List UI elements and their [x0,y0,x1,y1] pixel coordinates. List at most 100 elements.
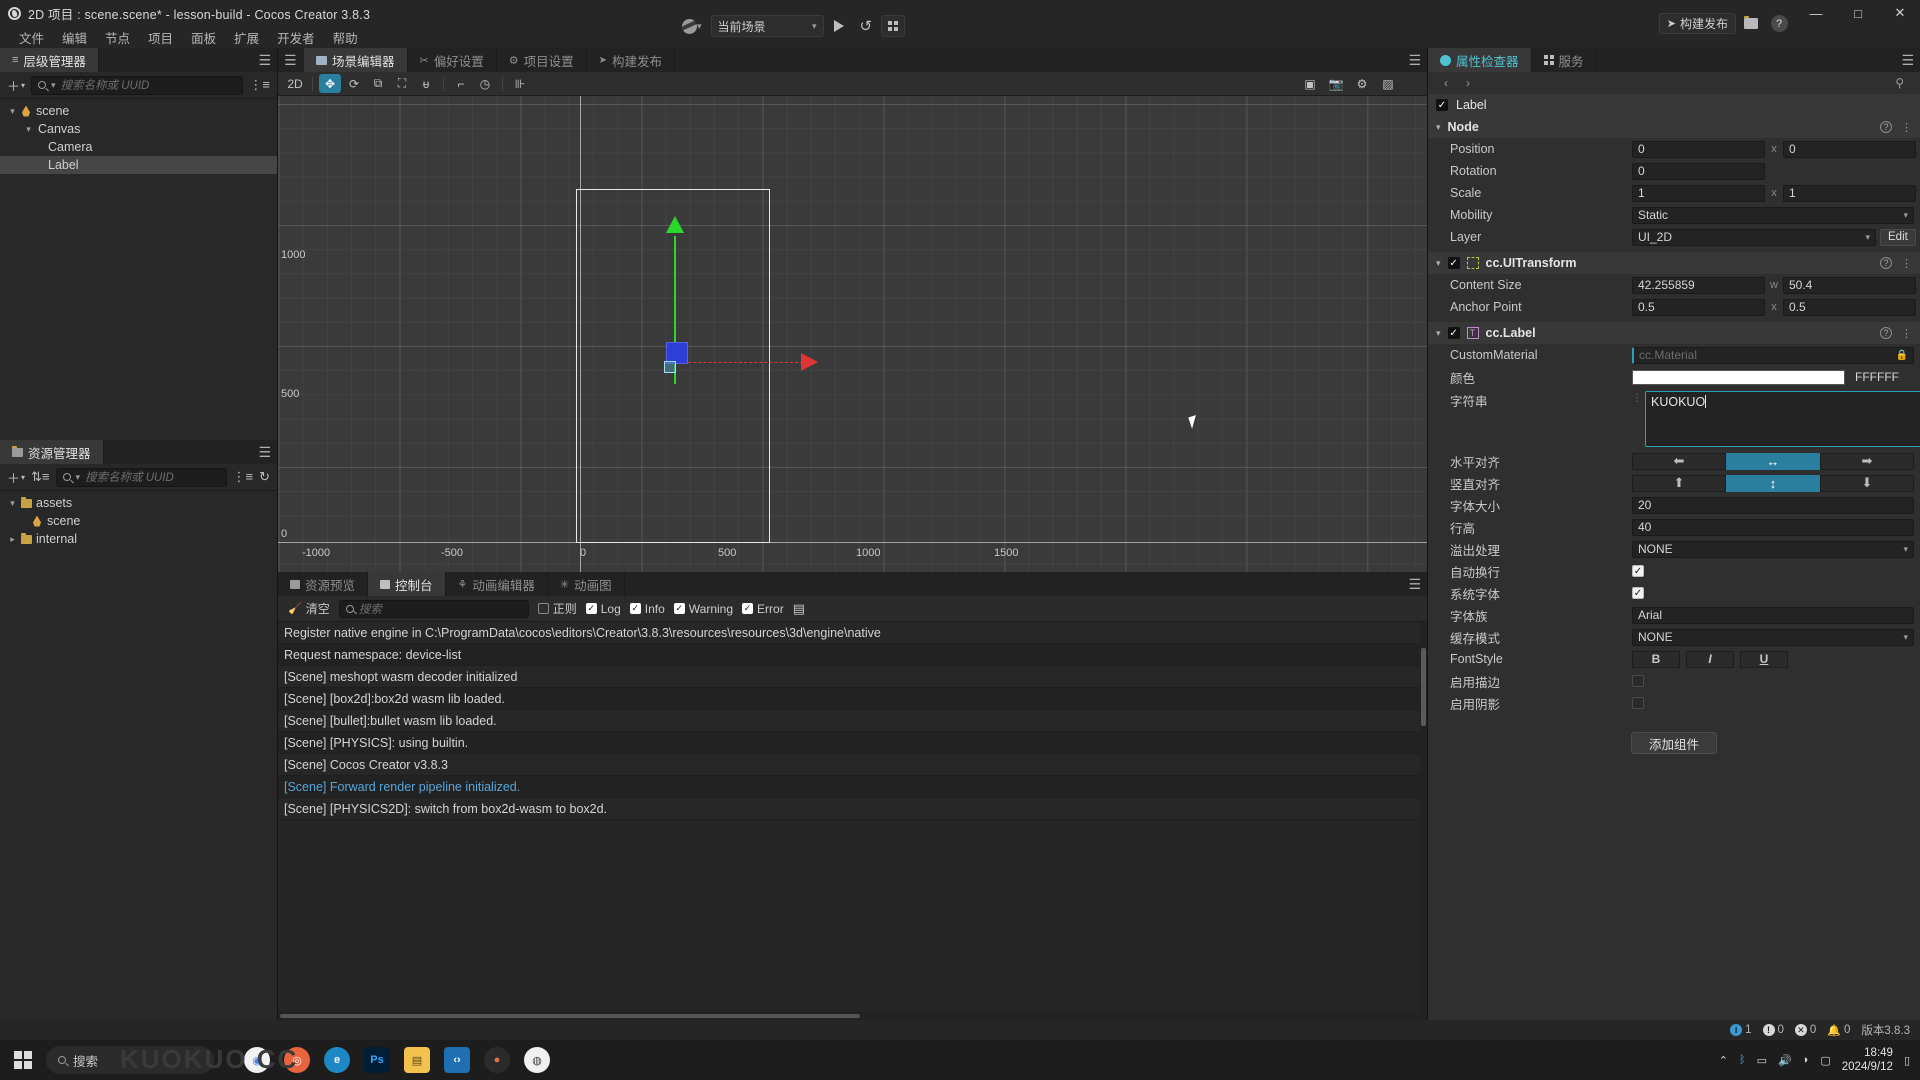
log-row[interactable]: [Scene] [bullet]:bullet wasm lib loaded. [278,710,1427,732]
menu-extension[interactable]: 扩展 [225,28,268,47]
shadow-checkbox[interactable] [1632,697,1644,709]
open-folder-button[interactable] [1738,13,1764,34]
assets-item-assets[interactable]: ▾ assets [0,494,277,512]
scale-tool-button[interactable]: ⧉ [367,74,389,93]
tab-scene-editor[interactable]: 场景编辑器 [304,48,408,72]
nav-forward-button[interactable]: › [1466,76,1470,90]
panel-icon-button[interactable]: ▣ [1299,74,1321,93]
assets-refresh-button[interactable]: ↻ [259,469,270,485]
maximize-button[interactable]: □ [1838,0,1878,26]
chevron-down-icon[interactable]: ▾ [6,498,19,509]
more-icon[interactable]: ⋮ [1901,121,1912,134]
wifi-icon[interactable]: ◗ [1803,1054,1810,1066]
move-tool-button[interactable]: ✥ [319,74,341,93]
refresh-button[interactable]: ↺ [854,15,879,37]
console-search-input[interactable]: 搜索 [338,599,529,618]
hierarchy-node-scene[interactable]: ▾ scene [0,102,277,120]
taskbar-app-vscode[interactable]: ‹› [444,1047,470,1073]
drag-handle-icon[interactable]: ⋮ [1632,393,1642,404]
section-header-uitransform[interactable]: ▾ ✓ cc.UITransform ? ⋮ [1428,252,1920,274]
chevron-down-icon[interactable]: ▾ [6,106,19,117]
v-align-bottom-button[interactable]: ⬇ [1820,474,1914,492]
font-size-input[interactable]: 20 [1632,496,1914,514]
anchor-x-input[interactable]: 0.5 [1632,298,1765,316]
add-component-button[interactable]: 添加组件 [1631,732,1717,754]
taskbar-app-photoshop[interactable]: Ps [364,1047,390,1073]
regex-toggle[interactable]: 正则 [537,600,577,617]
log-row[interactable]: [Scene] [PHYSICS]: using builtin. [278,732,1427,754]
help-icon[interactable]: ? [1880,257,1892,269]
filter-log[interactable]: Log [585,602,621,616]
tab-project-settings[interactable]: ⚙ 项目设置 [496,48,587,72]
start-button[interactable] [0,1051,46,1069]
h-align-left-button[interactable]: ⬅ [1632,452,1726,470]
chevron-down-icon[interactable]: ▾ [1436,258,1441,269]
log-row[interactable]: [Scene] Cocos Creator v3.8.3 [278,754,1427,776]
color-swatch[interactable] [1632,369,1845,385]
status-notifications[interactable]: 🔔 0 [1827,1024,1850,1037]
tab-preferences[interactable]: ✂ 偏好设置 [407,48,497,72]
mobility-select[interactable]: Static ▾ [1632,206,1914,224]
wrap-checkbox[interactable]: ✓ [1632,565,1644,577]
volume-icon[interactable]: 🔊 [1778,1054,1792,1067]
menu-help[interactable]: 帮助 [324,28,367,47]
close-button[interactable]: ✕ [1880,0,1920,26]
custom-material-field[interactable]: cc.Material 🔒 [1632,346,1914,364]
rotation-input[interactable]: 0 [1632,162,1765,180]
menu-node[interactable]: 节点 [96,28,139,47]
minimize-button[interactable]: — [1796,0,1836,26]
hierarchy-menu-button[interactable]: ☰ [258,48,271,72]
status-info[interactable]: i 1 [1730,1024,1752,1036]
rotate-tool-button[interactable]: ⟳ [343,74,365,93]
position-y-input[interactable]: 0 [1783,140,1916,158]
font-family-input[interactable]: Arial [1632,606,1914,624]
italic-button[interactable]: I [1686,650,1734,668]
assets-item-internal[interactable]: ▸ internal [0,530,277,548]
tab-inspector[interactable]: 属性检查器 [1428,48,1532,72]
more-icon[interactable]: ⋮ [1901,327,1912,340]
string-textarea[interactable]: KUOKUO [1645,391,1920,447]
tab-asset-preview[interactable]: 资源预览 [278,572,369,596]
chevron-right-icon[interactable]: ▸ [6,534,19,545]
hierarchy-node-camera[interactable]: Camera [0,138,277,156]
camera-icon-button[interactable]: 📷 [1325,74,1347,93]
section-header-node[interactable]: ▾ Node ? ⋮ [1428,116,1920,138]
node-enabled-checkbox[interactable]: ✓ [1436,99,1448,111]
console-menu-button[interactable]: ☰ [1408,572,1421,596]
content-size-w-input[interactable]: 42.255859 [1632,276,1765,294]
tab-hierarchy[interactable]: ≡ 层级管理器 [0,48,99,72]
bold-button[interactable]: B [1632,650,1680,668]
console-horizontal-scrollbar[interactable] [278,1012,1427,1020]
log-row[interactable]: [Scene] [PHYSICS2D]: switch from box2d-w… [278,798,1427,820]
console-vertical-scrollbar[interactable] [1420,622,1427,1012]
taskbar-clock[interactable]: 18:49 2024/9/12 [1842,1046,1893,1075]
h-align-center-button[interactable]: ↔ [1726,452,1820,470]
add-node-button[interactable]: ＋ ▾ [7,76,25,95]
menu-panel[interactable]: 面板 [182,28,225,47]
preview-scene-select[interactable]: 当前场景 ▾ [710,15,824,37]
filter-warning[interactable]: Warning [673,602,733,616]
regex-checkbox[interactable] [537,603,549,614]
log-row[interactable]: [Scene] Forward render pipeline initiali… [278,776,1427,798]
scene-panel-menu-button[interactable]: ☰ [1408,48,1421,72]
scale-y-input[interactable]: 1 [1783,184,1916,202]
tab-console[interactable]: 控制台 [368,572,446,596]
underline-button[interactable]: U [1740,650,1788,668]
battery-icon[interactable]: ▢ [1820,1054,1830,1067]
more-icon[interactable]: ⋮ [1901,257,1912,270]
console-log-list[interactable]: Register native engine in C:\ProgramData… [278,622,1427,1020]
toggle-2d-3d-button[interactable]: 2D [284,74,306,93]
info-checkbox[interactable] [629,603,641,614]
menu-developer[interactable]: 开发者 [268,28,324,47]
scene-viewport[interactable]: 1000 500 0 -1000 -500 0 500 1000 1500 [278,96,1427,572]
anchor-y-input[interactable]: 0.5 [1783,298,1916,316]
console-layout-button[interactable]: ▤ [793,601,805,617]
gizmo-y-arrow[interactable] [666,216,684,233]
anchor-tool-button[interactable]: ⌐ [450,74,472,93]
clear-console-button[interactable]: 🧹 清空 [288,600,330,617]
outline-checkbox[interactable] [1632,675,1644,687]
log-row[interactable]: [Scene] [box2d]:box2d wasm lib loaded. [278,688,1427,710]
pin-icon[interactable]: ⚲ [1895,76,1904,90]
hierarchy-search-input[interactable]: ▾ 搜索名称或 UUID [31,75,244,95]
log-checkbox[interactable] [585,603,597,614]
